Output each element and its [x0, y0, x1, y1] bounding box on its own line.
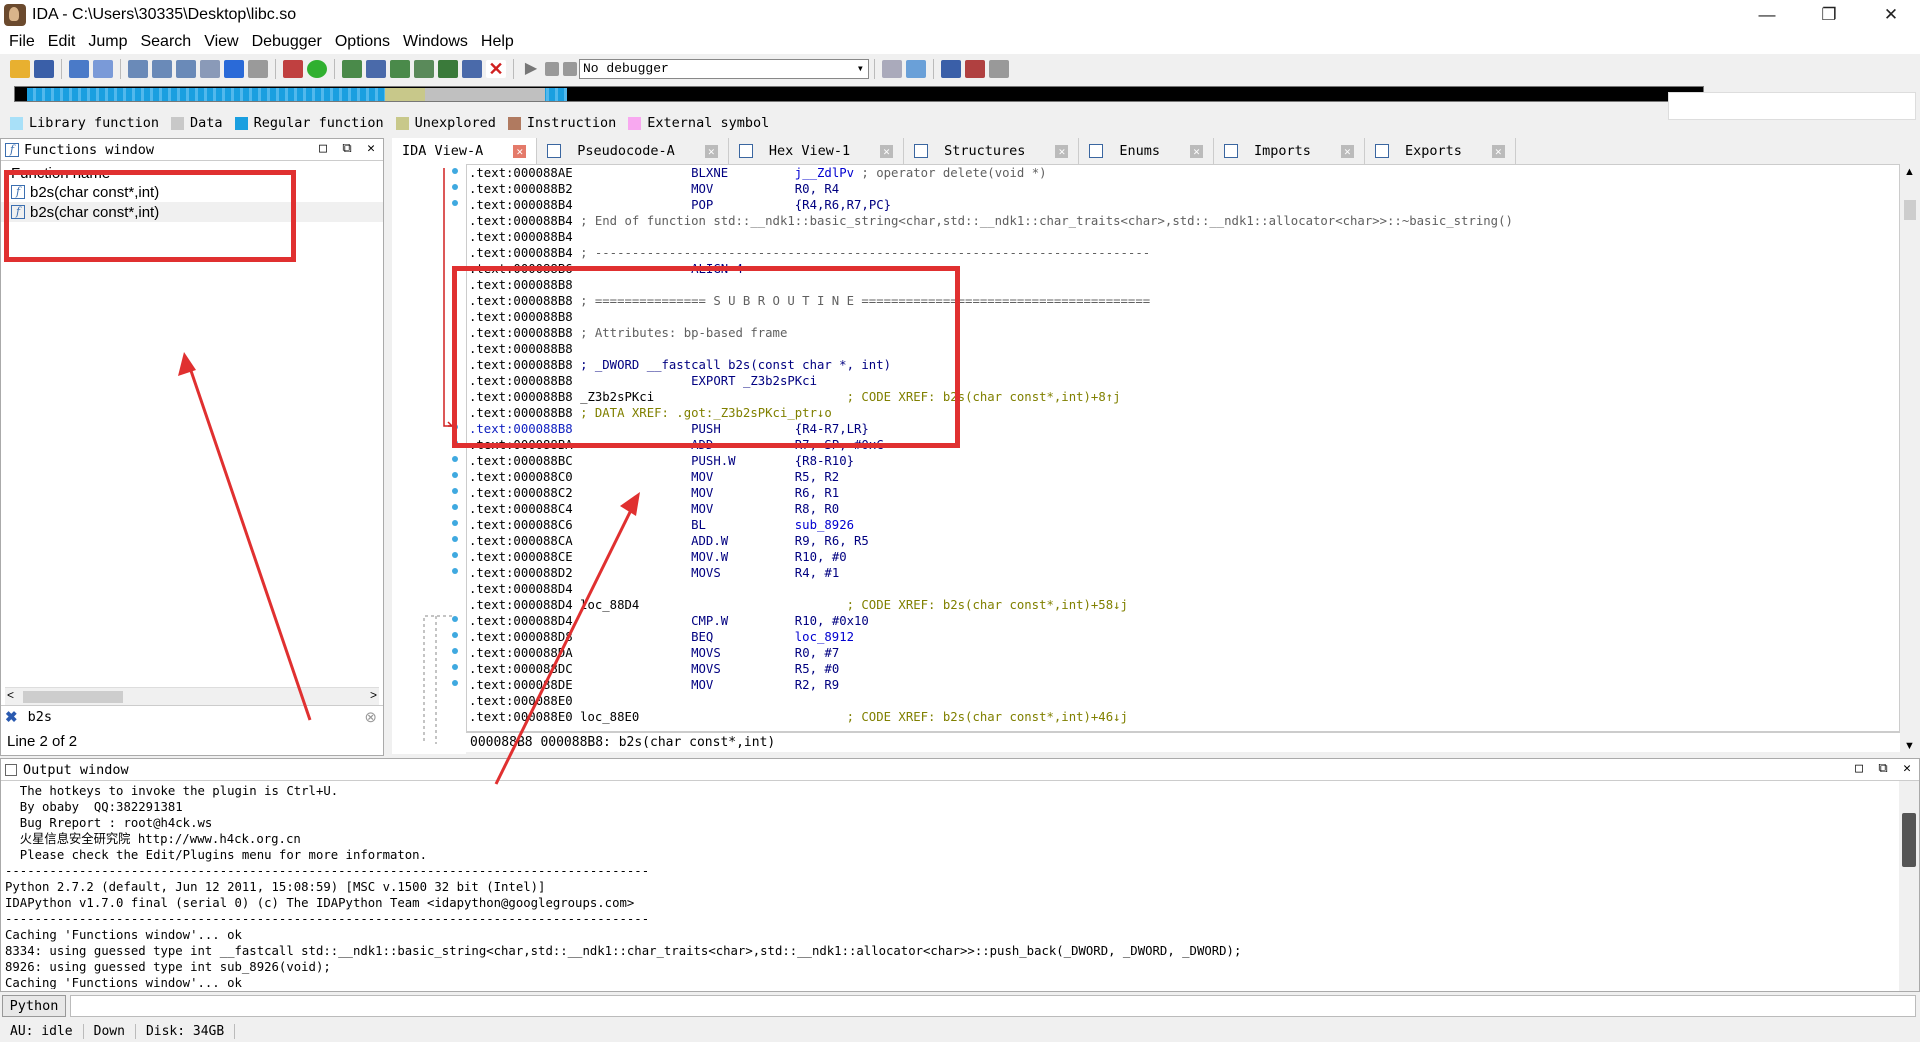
annotation-arrows	[178, 352, 640, 785]
